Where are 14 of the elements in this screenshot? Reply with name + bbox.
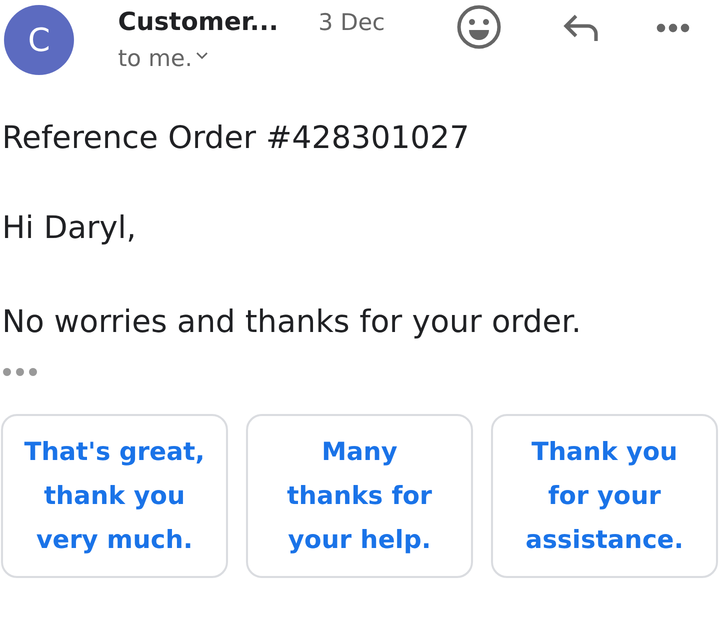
smiley-icon[interactable] xyxy=(456,4,502,50)
email-date: 3 Dec xyxy=(318,10,385,36)
email-message: No worries and thanks for your order. xyxy=(1,304,582,340)
chevron-down-icon[interactable] xyxy=(196,52,208,60)
email-subject: Reference Order #428301027 xyxy=(1,120,470,156)
smart-reply-button[interactable]: Many thanks for your help. xyxy=(246,414,473,578)
sender-avatar: C xyxy=(4,5,74,75)
smart-reply-button[interactable]: Thank you for your assistance. xyxy=(491,414,718,578)
recipient-label: to me. xyxy=(118,46,192,72)
sender-name: Customer... xyxy=(118,7,278,36)
more-icon[interactable] xyxy=(656,23,690,33)
show-trimmed-icon[interactable] xyxy=(2,367,40,377)
smart-reply-button[interactable]: That's great, thank you very much. xyxy=(1,414,228,578)
email-greeting: Hi Daryl, xyxy=(1,210,138,246)
